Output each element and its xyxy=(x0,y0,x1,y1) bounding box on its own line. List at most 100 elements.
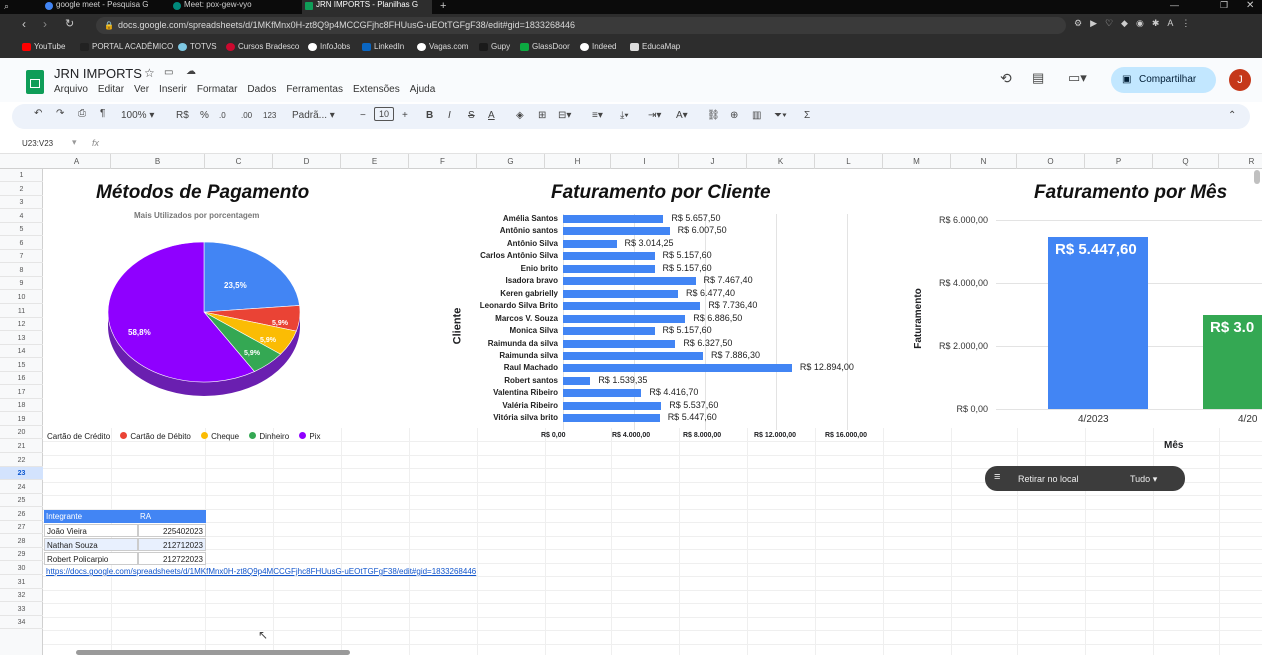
merge-cells-icon[interactable]: ⊟▾ xyxy=(558,110,571,121)
filter-icon[interactable]: ⏷▾ xyxy=(774,110,787,121)
filter-value-select[interactable]: Tudo ▾ xyxy=(1130,474,1157,485)
row-header-cell[interactable]: 5 xyxy=(0,223,43,237)
text-wrap-icon[interactable]: ⇥▾ xyxy=(648,110,661,121)
column-header-cell[interactable]: E xyxy=(341,154,409,169)
font-size-input[interactable]: 10 xyxy=(374,107,395,121)
bookmark-indeed[interactable]: Indeed xyxy=(580,41,616,53)
column-header-cell[interactable]: L xyxy=(815,154,883,169)
browser-tab[interactable]: google meet - Pesquisa G xyxy=(42,0,166,14)
column-header-cell[interactable]: B xyxy=(111,154,205,169)
row-header-cell[interactable]: 31 xyxy=(0,576,43,589)
column-header-cell[interactable]: J xyxy=(679,154,747,169)
client-bar[interactable] xyxy=(563,339,676,348)
doc-title[interactable]: JRN IMPORTS xyxy=(54,66,142,81)
menu-arquivo[interactable]: Arquivo xyxy=(54,84,88,95)
row-header-cell[interactable]: 7 xyxy=(0,250,43,264)
table-cell[interactable]: João Vieira xyxy=(44,524,138,537)
close-window-icon[interactable]: ✕ xyxy=(1246,0,1254,11)
font-size-decrease-icon[interactable]: − xyxy=(360,110,366,121)
column-header-cell[interactable]: H xyxy=(545,154,611,169)
align-vertical-icon[interactable]: ⤓▾ xyxy=(620,110,629,121)
client-bar[interactable] xyxy=(563,289,678,298)
row-header-cell[interactable]: 26 xyxy=(0,508,43,521)
row-header-cell[interactable]: 10 xyxy=(0,291,43,304)
strikethrough-icon[interactable]: S xyxy=(468,110,475,121)
column-header-cell[interactable]: M xyxy=(883,154,951,169)
row-header-cell[interactable]: 21 xyxy=(0,440,43,453)
name-box[interactable]: U23:V23 xyxy=(22,139,53,148)
insert-comment-icon[interactable]: ⊕ xyxy=(730,110,738,121)
row-header-cell[interactable]: 19 xyxy=(0,413,43,426)
row-header-cell[interactable]: 28 xyxy=(0,535,43,548)
back-icon[interactable]: ‹ xyxy=(22,17,26,31)
bookmark-youtube[interactable]: YouTube xyxy=(22,41,65,53)
row-header-cell[interactable]: 14 xyxy=(0,345,43,359)
menu-ajuda[interactable]: Ajuda xyxy=(410,84,436,95)
filter-control[interactable]: ≡ Retirar no local Tudo ▾ xyxy=(985,466,1185,491)
month-bar[interactable] xyxy=(1048,237,1148,409)
column-header-cell[interactable]: C xyxy=(205,154,273,169)
more-formats-button[interactable]: 123 xyxy=(263,111,276,120)
pie-chart[interactable]: Métodos de Pagamento Mais Utilizados por… xyxy=(44,170,464,441)
table-cell[interactable]: 225402023 xyxy=(138,524,206,537)
meet-call-icon[interactable]: ▭▾ xyxy=(1068,70,1087,86)
fill-color-icon[interactable]: ◈ xyxy=(516,110,524,121)
table-header-ra[interactable]: RA xyxy=(138,510,206,523)
sheets-logo-icon[interactable] xyxy=(26,70,44,94)
paint-format-icon[interactable]: ¶ xyxy=(100,108,105,119)
row-header-cell[interactable]: 24 xyxy=(0,481,43,494)
row-header-cell[interactable]: 27 xyxy=(0,521,43,535)
forward-icon[interactable]: › xyxy=(43,17,47,31)
client-bar[interactable] xyxy=(563,314,686,323)
client-bar[interactable] xyxy=(563,252,655,261)
row-header-cell[interactable]: 8 xyxy=(0,264,43,277)
column-header-cell[interactable]: G xyxy=(477,154,545,169)
increase-decimal-button[interactable]: .00 xyxy=(241,111,252,120)
percent-format-button[interactable]: % xyxy=(200,110,209,121)
name-box-dropdown-icon[interactable]: ▾ xyxy=(72,137,77,148)
client-bar[interactable] xyxy=(563,414,660,423)
currency-format-button[interactable]: R$ xyxy=(176,110,189,121)
row-header-cell[interactable]: 1 xyxy=(0,169,43,182)
browser-tab-active[interactable]: JRN IMPORTS - Planilhas G xyxy=(302,0,432,14)
table-header-integrante[interactable]: Integrante xyxy=(44,510,138,523)
new-tab-icon[interactable]: + xyxy=(440,0,446,12)
menu-inserir[interactable]: Inserir xyxy=(159,84,187,95)
table-cell[interactable]: Nathan Souza xyxy=(44,538,138,551)
sheet-grid[interactable] xyxy=(43,428,1262,655)
row-header-cell[interactable]: 2 xyxy=(0,183,43,196)
bookmark-educamap[interactable]: EducaMap xyxy=(630,41,680,53)
horizontal-scrollbar[interactable] xyxy=(76,650,350,655)
row-header-cell[interactable]: 9 xyxy=(0,277,43,291)
client-bar[interactable] xyxy=(563,239,617,248)
menu-editar[interactable]: Editar xyxy=(98,84,124,95)
text-rotation-icon[interactable]: A▾ xyxy=(676,110,688,121)
menu-dados[interactable]: Dados xyxy=(247,84,276,95)
collapse-toolbar-icon[interactable]: ⌃ xyxy=(1228,110,1236,121)
maximize-icon[interactable]: ❐ xyxy=(1220,0,1228,11)
client-bar[interactable] xyxy=(563,401,662,410)
row-header-cell[interactable]: 22 xyxy=(0,454,43,467)
font-size-increase-icon[interactable]: + xyxy=(402,110,408,121)
menu-ferramentas[interactable]: Ferramentas xyxy=(286,84,343,95)
font-select[interactable]: Padrã... ▾ xyxy=(292,110,335,121)
menu-extensoes[interactable]: Extensões xyxy=(353,84,400,95)
client-bar[interactable] xyxy=(563,327,655,336)
client-bar[interactable] xyxy=(563,376,591,385)
row-header-cell[interactable]: 34 xyxy=(0,616,43,630)
row-header-cell[interactable]: 4 xyxy=(0,210,43,223)
bookmark-glassdoor[interactable]: GlassDoor xyxy=(520,41,570,53)
column-header-cell[interactable]: I xyxy=(611,154,679,169)
client-bar[interactable] xyxy=(563,302,701,311)
comments-icon[interactable]: ▤ xyxy=(1032,70,1044,86)
row-header-cell[interactable]: 25 xyxy=(0,494,43,508)
row-header-cell[interactable]: 17 xyxy=(0,386,43,399)
column-header-cell[interactable]: Q xyxy=(1153,154,1219,169)
client-bar[interactable] xyxy=(563,351,703,360)
avatar[interactable]: J xyxy=(1229,69,1251,91)
bookmark-portal[interactable]: PORTAL ACADÊMICO xyxy=(80,41,173,53)
redo-icon[interactable]: ↷ xyxy=(56,108,64,119)
minimize-icon[interactable]: — xyxy=(1170,0,1179,10)
column-header-cell[interactable]: O xyxy=(1017,154,1085,169)
row-header-cell[interactable]: 3 xyxy=(0,196,43,210)
